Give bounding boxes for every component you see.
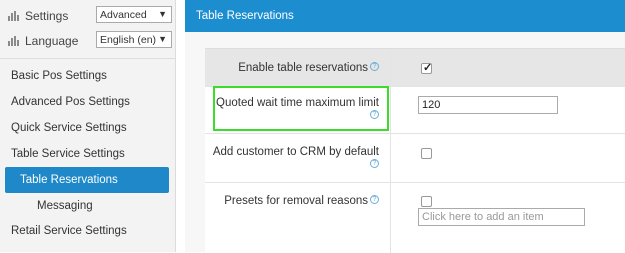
sidebar-item-advanced-pos[interactable]: Advanced Pos Settings	[0, 89, 176, 115]
page-title: Table Reservations	[185, 0, 625, 32]
sidebar-item-messaging[interactable]: Messaging	[0, 193, 176, 219]
enable-reservations-row: Enable table reservations?	[205, 49, 625, 87]
wait-time-input[interactable]: 120	[418, 96, 558, 114]
sidebar: Settings Advanced ▼ Language English (en…	[0, 0, 176, 252]
dropdown-arrow-icon: ▼	[158, 9, 167, 19]
sidebar-item-basic-pos[interactable]: Basic Pos Settings	[0, 63, 176, 89]
crm-label-group: Add customer to CRM by default ?	[205, 145, 385, 173]
column-divider	[390, 134, 391, 182]
enable-reservations-checkbox[interactable]	[421, 61, 432, 74]
crm-checkbox[interactable]	[421, 148, 432, 159]
sidebar-item-table-service[interactable]: Table Service Settings	[0, 141, 176, 167]
language-row: Language English (en) ▼	[8, 31, 172, 53]
help-icon[interactable]: ?	[370, 195, 379, 204]
enable-reservations-label-group: Enable table reservations?	[205, 62, 385, 74]
bar-chart-icon	[8, 11, 21, 21]
help-icon[interactable]: ?	[370, 159, 379, 168]
settings-row: Settings Advanced ▼	[8, 6, 172, 28]
language-label-group: Language	[8, 34, 78, 48]
sidebar-divider	[0, 58, 176, 59]
bar-chart-icon	[8, 36, 21, 46]
language-label: Language	[25, 34, 79, 48]
presets-checkbox[interactable]	[421, 196, 432, 207]
column-divider	[390, 87, 391, 133]
enable-reservations-label: Enable table reservations	[238, 62, 368, 74]
sidebar-item-retail-service[interactable]: Retail Service Settings	[0, 218, 176, 244]
settings-label-group: Settings	[8, 9, 68, 23]
presets-row: Presets for removal reasons? Click here …	[205, 183, 625, 253]
dropdown-arrow-icon: ▼	[158, 34, 167, 44]
settings-label: Settings	[25, 9, 69, 23]
settings-select-value: Advanced	[100, 9, 147, 21]
presets-label-group: Presets for removal reasons?	[205, 195, 385, 207]
crm-label: Add customer to CRM by default	[212, 146, 379, 158]
presets-label: Presets for removal reasons	[224, 195, 368, 207]
settings-select[interactable]: Advanced ▼	[96, 6, 172, 23]
column-divider	[390, 183, 391, 253]
language-select-value: English (en)	[100, 34, 157, 46]
presets-add-item-input[interactable]: Click here to add an item	[418, 208, 585, 226]
language-select[interactable]: English (en) ▼	[96, 31, 172, 48]
highlight-box	[213, 86, 389, 131]
sidebar-item-table-reservations[interactable]: Table Reservations	[5, 167, 169, 193]
settings-form: Enable table reservations? Quoted wait t…	[205, 48, 625, 253]
column-divider	[390, 49, 391, 86]
crm-row: Add customer to CRM by default ?	[205, 134, 625, 183]
help-icon[interactable]: ?	[370, 62, 379, 71]
sidebar-item-quick-service[interactable]: Quick Service Settings	[0, 115, 176, 141]
